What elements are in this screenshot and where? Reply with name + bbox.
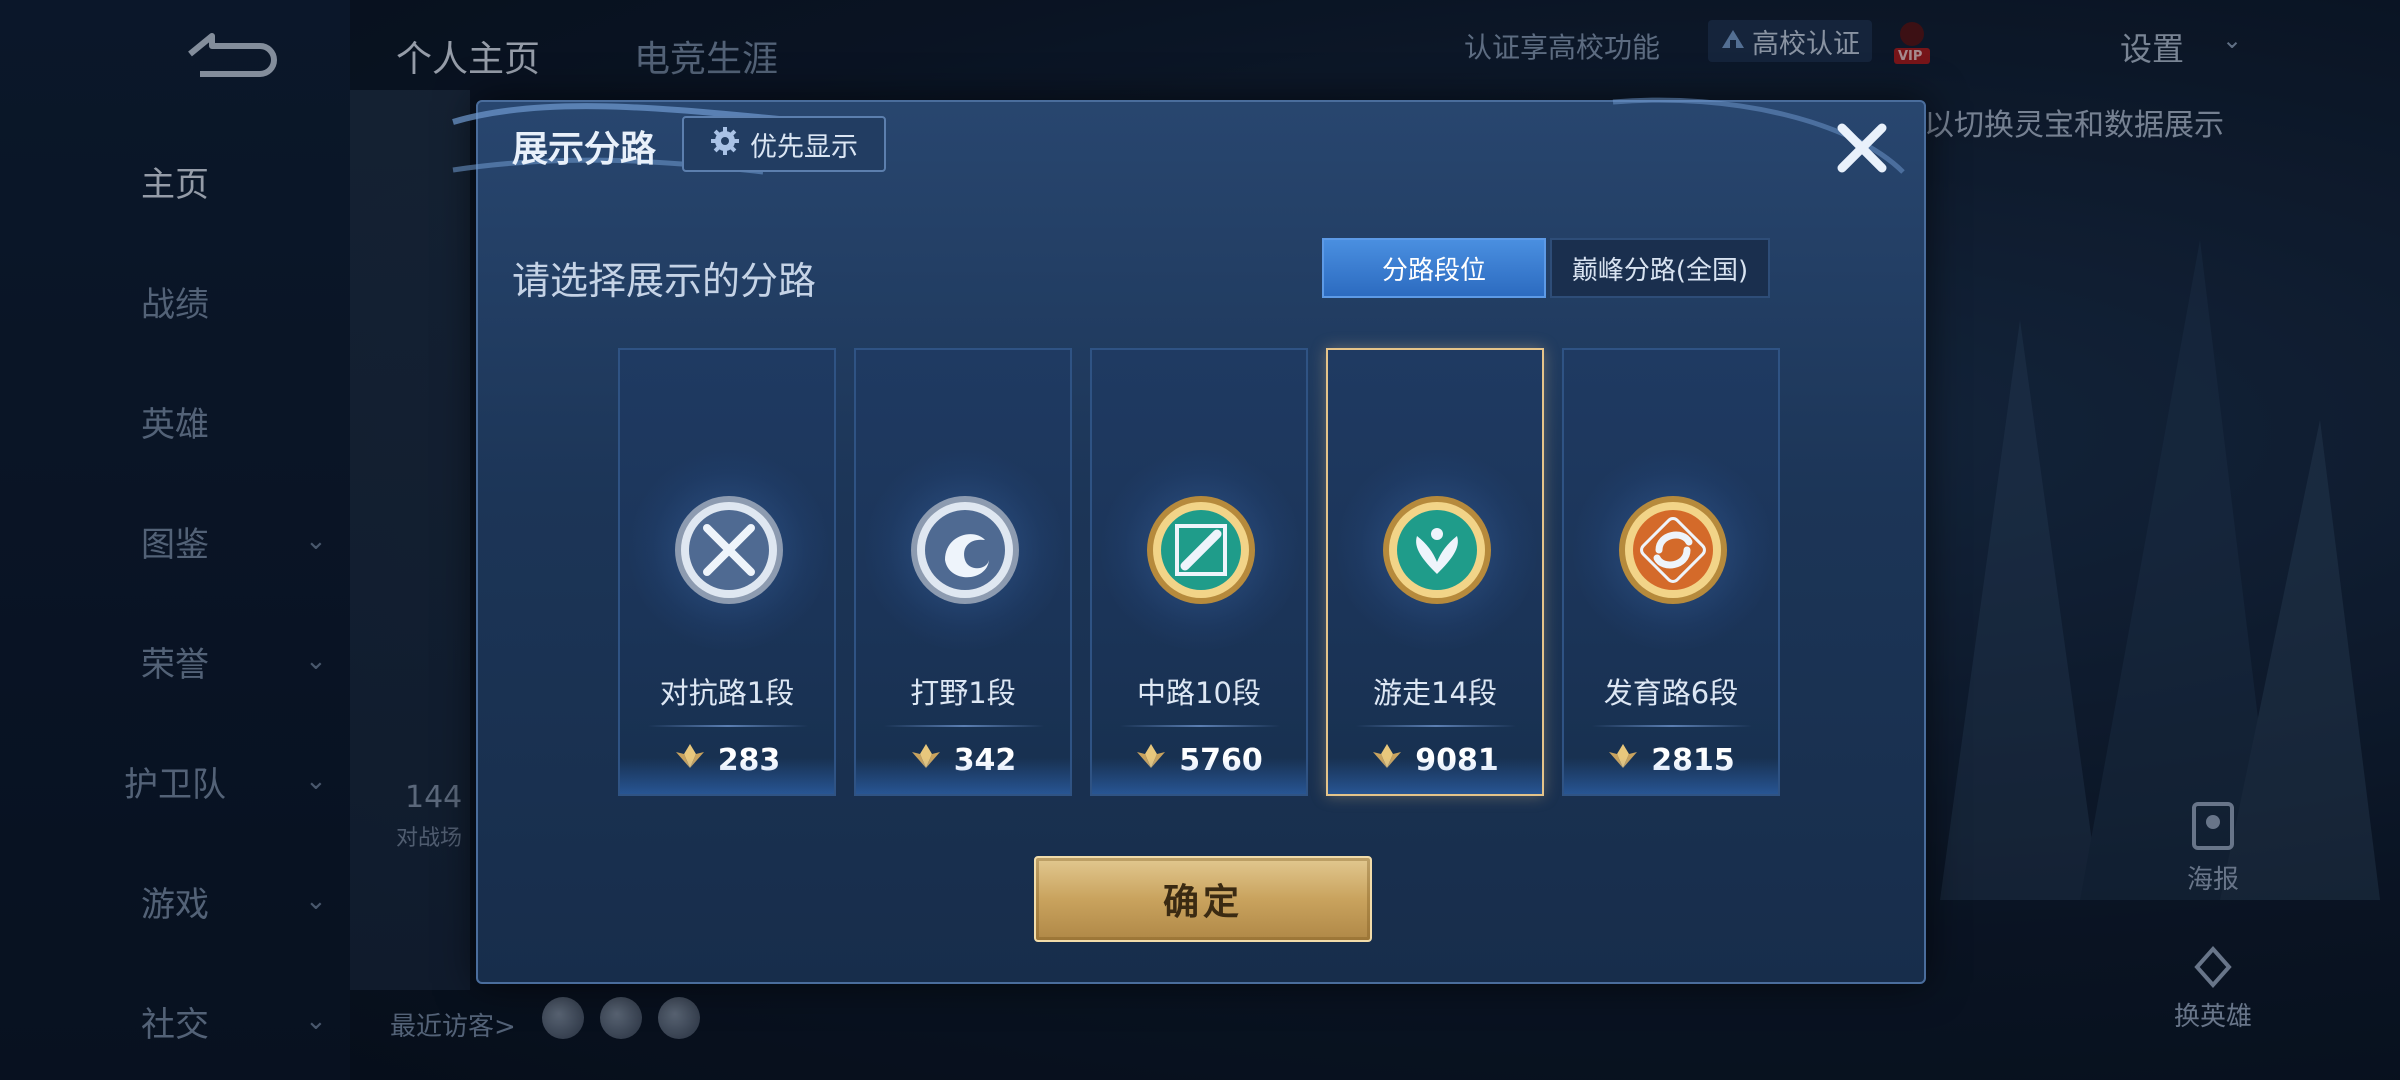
card-bottom-glow [1564, 758, 1778, 794]
confirm-button[interactable]: 确定 [1034, 856, 1372, 942]
card-divider [1592, 725, 1752, 727]
jungle-icon [905, 490, 1025, 610]
lane-card[interactable]: 中路10段5760 [1090, 348, 1308, 796]
gear-icon [710, 126, 740, 163]
dialog-subtitle: 请选择展示的分路 [512, 259, 817, 303]
farm-lane-icon [1613, 490, 1733, 610]
lane-rank-label: 打野1段 [910, 676, 1016, 710]
tab-lane-rank[interactable]: 分路段位 [1322, 238, 1546, 298]
tab-peak-lane-national[interactable]: 巅峰分路(全国) [1550, 238, 1770, 298]
lane-rank-label: 游走14段 [1373, 676, 1497, 710]
mid-lane-icon [1141, 490, 1261, 610]
card-divider [648, 725, 808, 727]
card-bottom-glow [1328, 758, 1542, 794]
card-divider [1356, 725, 1516, 727]
lane-card[interactable]: 游走14段9081 [1326, 348, 1544, 796]
card-bottom-glow [1092, 758, 1306, 794]
lane-card[interactable]: 打野1段342 [854, 348, 1072, 796]
card-bottom-glow [620, 758, 834, 794]
clash-lane-icon [669, 490, 789, 610]
card-bottom-glow [856, 758, 1070, 794]
dialog-ornament [452, 97, 1905, 175]
lane-rank-label: 发育路6段 [1603, 676, 1739, 710]
card-divider [884, 725, 1044, 727]
dialog-title: 展示分路 [512, 129, 657, 170]
lane-card[interactable]: 发育路6段2815 [1562, 348, 1780, 796]
lane-rank-label: 中路10段 [1137, 676, 1261, 710]
priority-display-button[interactable]: 优先显示 [682, 116, 886, 172]
card-divider [1120, 725, 1280, 727]
priority-display-label: 优先显示 [750, 131, 858, 163]
roam-icon [1377, 490, 1497, 610]
close-icon[interactable] [1832, 118, 1892, 178]
lane-display-dialog: 展示分路 优先显示 请选择展示的分路 分路段位 巅峰分路(全国) 对抗路1段28… [452, 97, 1926, 984]
lane-card[interactable]: 对抗路1段283 [618, 348, 836, 796]
lane-rank-label: 对抗路1段 [659, 676, 795, 710]
